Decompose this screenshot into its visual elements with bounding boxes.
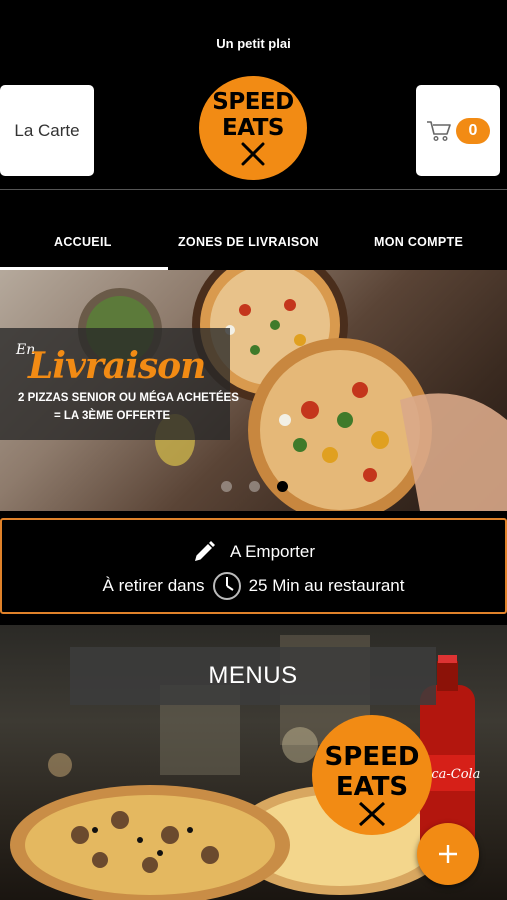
pickup-suffix: 25 Min au restaurant [248,576,405,595]
crossed-utensils-icon [241,142,265,166]
promo-carousel[interactable]: En Livraison 2 PIZZAS SENIOR OU MÉGA ACH… [0,270,507,511]
cart-button[interactable]: 0 [416,85,500,176]
logo-line2: EATS [222,115,284,141]
la-carte-button[interactable]: La Carte [0,85,94,176]
tab-zones-de-livraison[interactable]: ZONES DE LIVRAISON [178,235,319,249]
pickup-mode-label: A Emporter [229,542,316,561]
menus-card[interactable]: Coca-Cola SPEED EATS MENUS [0,625,507,900]
header-tagline: Un petit plai [216,36,291,51]
pickup-mode-card[interactable]: A Emporter À retirer dans 25 Min au rest… [0,518,507,614]
pickup-prefix: À retirer dans [102,576,205,595]
carousel-dot-3-active[interactable] [277,481,288,492]
logo-line1: SPEED [212,89,294,115]
tab-accueil[interactable]: ACCUEIL [54,235,112,249]
promo-line1: 2 PIZZAS SENIOR OU MÉGA ACHETÉES [18,392,239,404]
shopping-cart-icon [427,120,451,141]
la-carte-label: La Carte [14,120,80,140]
app-header: Un petit plai La Carte SPEED EATS 0 [0,0,507,190]
cart-count-badge: 0 [456,117,490,144]
promo-line2: = LA 3ÈME OFFERTE [54,410,171,422]
add-button[interactable] [417,823,479,885]
carousel-dot-1[interactable] [221,481,232,492]
promo-title: Livraison [28,345,206,387]
menus-logo-line2: EATS [336,772,408,802]
tab-mon-compte[interactable]: MON COMPTE [374,235,463,249]
main-nav: ACCUEIL ZONES DE LIVRAISON MON COMPTE [0,190,507,270]
plus-icon [439,845,457,863]
carousel-dot-2[interactable] [249,481,260,492]
clock-icon [212,572,241,600]
pencil-icon [194,541,215,561]
menus-title: MENUS [70,647,436,705]
menus-logo-line1: SPEED [325,742,420,772]
menus-title-label: MENUS [208,662,298,689]
speed-eats-logo[interactable]: SPEED EATS [199,76,307,180]
